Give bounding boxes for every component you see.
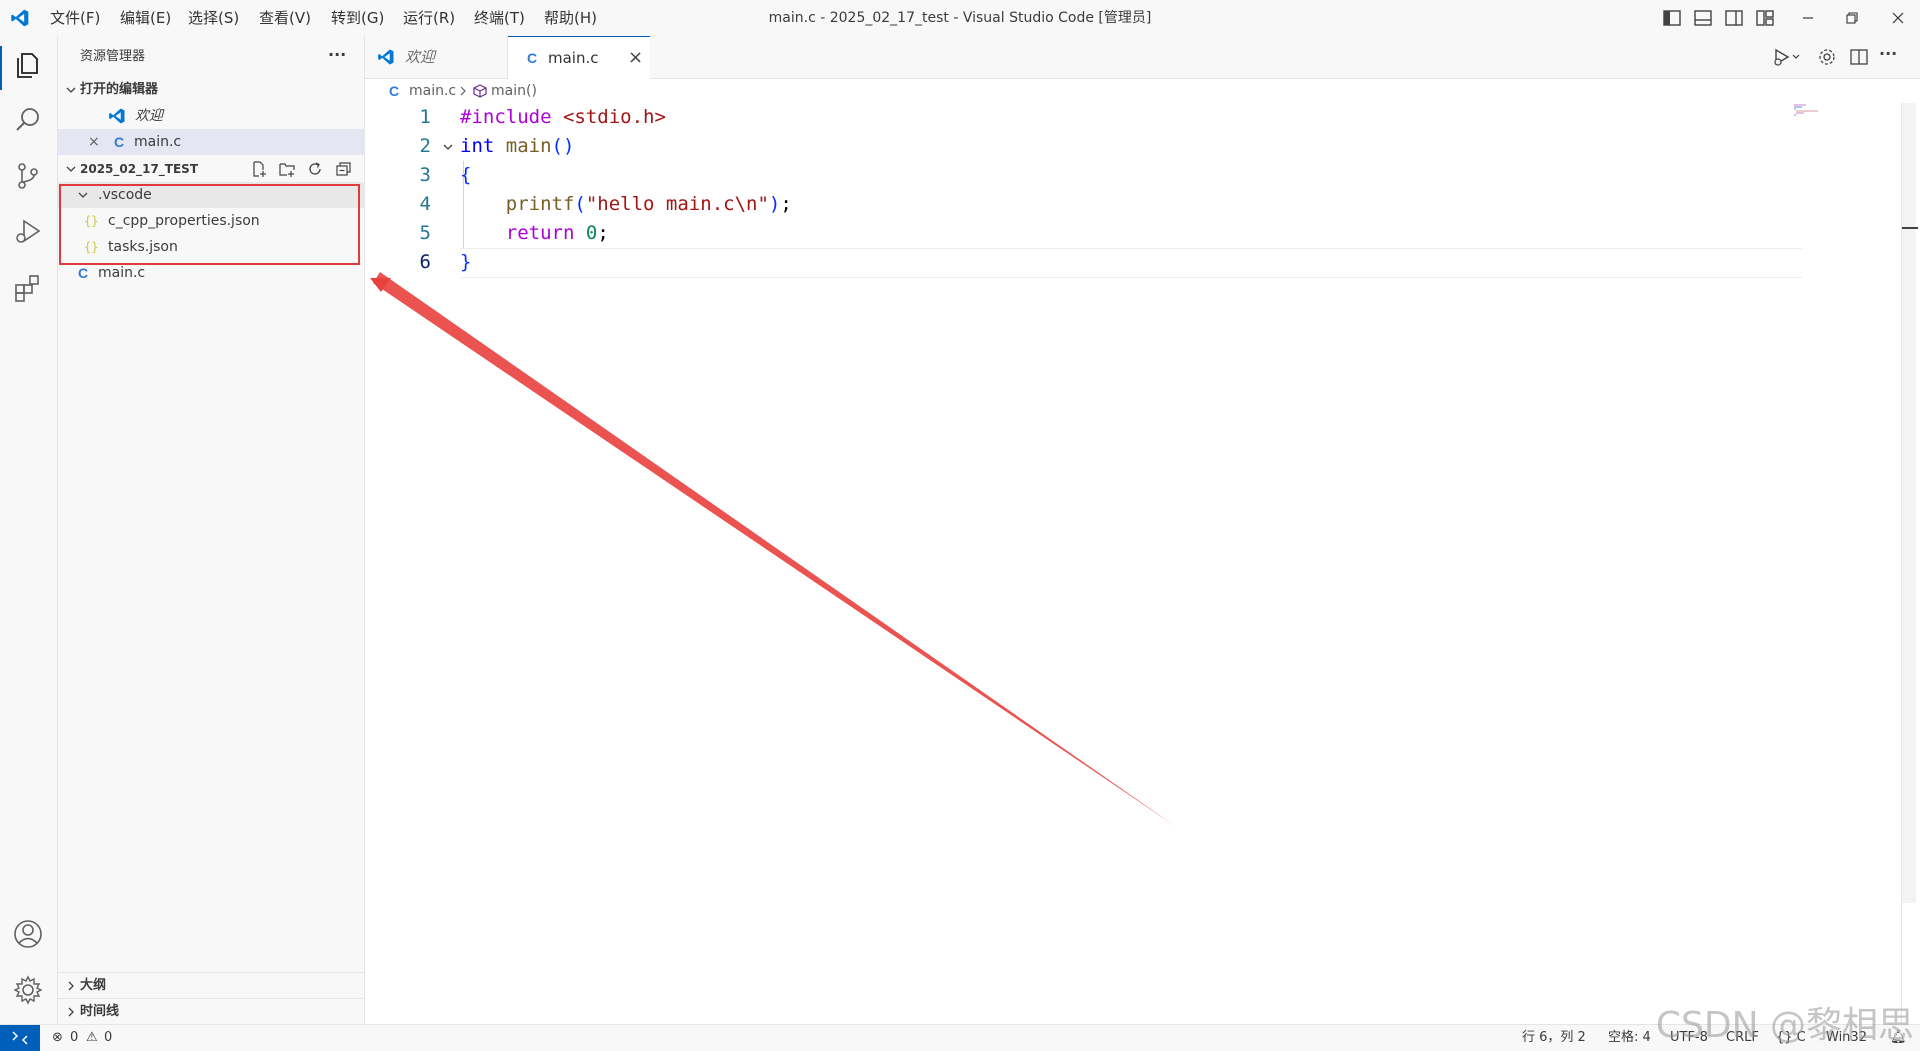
breadcrumb-symbol[interactable]: main() — [491, 79, 537, 103]
chevron-down-icon — [64, 162, 78, 176]
code-line-3: { — [460, 164, 472, 186]
menu-help[interactable]: 帮助(H) — [544, 0, 597, 36]
restore-icon[interactable] — [1842, 8, 1862, 28]
c-file-icon: C — [114, 134, 125, 150]
line-number: 2 — [419, 135, 431, 157]
error-icon[interactable]: ⊗ — [52, 1025, 63, 1051]
line-number: 4 — [419, 193, 431, 215]
open-editor-main-c[interactable]: × C main.c — [58, 129, 364, 155]
symbol-method-icon — [473, 84, 487, 98]
code-line-2: int main() — [460, 135, 575, 157]
minimap[interactable] — [1792, 103, 1836, 123]
watermark: CSDN @黎相思 — [1655, 1005, 1914, 1046]
vscode-icon — [108, 107, 126, 125]
menu-run[interactable]: 运行(R) — [403, 0, 455, 36]
refresh-icon[interactable] — [306, 160, 324, 178]
tab-main-c[interactable]: C main.c × — [508, 36, 650, 80]
code-line-1: #include <stdio.h> — [460, 106, 666, 128]
open-editors-header[interactable]: 打开的编辑器 — [58, 77, 364, 103]
folder-header[interactable]: 2025_02_17_TEST — [58, 156, 364, 182]
chevron-right-icon — [457, 85, 469, 97]
scrollbar[interactable] — [1902, 103, 1916, 903]
menu-file[interactable]: 文件(F) — [50, 0, 100, 36]
active-indicator — [0, 46, 2, 90]
split-editor-icon[interactable] — [1849, 47, 1869, 67]
settings-gear-icon[interactable] — [1817, 47, 1837, 67]
code-line-4: printf("hello main.c\n"); — [505, 193, 792, 215]
fold-chevron-icon[interactable] — [441, 140, 455, 154]
chevron-down-icon — [64, 83, 78, 97]
collapse-all-icon[interactable] — [334, 160, 352, 178]
c-file-icon: C — [389, 83, 400, 99]
errors-count[interactable]: 0 — [70, 1025, 78, 1051]
new-file-icon[interactable] — [250, 160, 268, 178]
menu-terminal[interactable]: 终端(T) — [474, 0, 525, 36]
title-bar: 文件(F) 编辑(E) 选择(S) 查看(V) 转到(G) 运行(R) 终端(T… — [0, 0, 1920, 37]
menu-view[interactable]: 查看(V) — [259, 0, 311, 36]
breadcrumb-file[interactable]: main.c — [409, 79, 456, 103]
run-c-file-icon[interactable] — [1773, 47, 1803, 67]
source-control-icon[interactable] — [12, 160, 44, 192]
tab-welcome[interactable]: 欢迎 — [365, 36, 508, 78]
line-number: 3 — [419, 164, 431, 186]
new-folder-icon[interactable] — [278, 160, 296, 178]
manage-gear-icon[interactable] — [12, 974, 44, 1006]
open-editor-welcome[interactable]: 欢迎 — [58, 103, 364, 129]
red-arrow-annotation — [370, 272, 1175, 826]
minimize-icon[interactable] — [1798, 8, 1818, 28]
explorer-sidebar: 资源管理器 ··· 打开的编辑器 欢迎 × C main.c 2025_02_1… — [58, 36, 365, 1024]
menu-edit[interactable]: 编辑(E) — [120, 0, 171, 36]
outline-section-header[interactable]: 大纲 — [58, 972, 364, 999]
vscode-logo-icon — [10, 8, 30, 28]
search-icon[interactable] — [12, 104, 44, 136]
chevron-right-icon — [64, 1005, 78, 1019]
warning-icon[interactable]: ⚠ — [86, 1025, 98, 1051]
toggle-secondary-sidebar-icon[interactable] — [1724, 8, 1744, 28]
line-number: 1 — [419, 106, 431, 128]
remote-indicator[interactable] — [0, 1025, 40, 1051]
vscode-icon — [377, 48, 395, 66]
close-window-icon[interactable] — [1888, 8, 1908, 28]
menu-go[interactable]: 转到(G) — [331, 0, 384, 36]
cursor-position[interactable]: 行 6，列 2 — [1522, 1025, 1586, 1051]
close-icon[interactable]: × — [88, 129, 100, 155]
accounts-icon[interactable] — [12, 918, 44, 950]
cursor-marker — [1902, 227, 1918, 229]
close-tab-icon[interactable]: × — [628, 37, 643, 79]
run-debug-icon[interactable] — [12, 216, 44, 248]
explorer-icon[interactable] — [12, 48, 44, 80]
editor-tab-bar: 欢迎 C main.c × ··· — [365, 36, 1920, 80]
indentation[interactable]: 空格: 4 — [1608, 1025, 1651, 1051]
menu-selection[interactable]: 选择(S) — [188, 0, 239, 36]
breadcrumb: C main.c main() — [365, 79, 1920, 103]
timeline-section-header[interactable]: 时间线 — [58, 998, 364, 1025]
line-number: 5 — [419, 222, 431, 244]
customize-layout-icon[interactable] — [1755, 8, 1775, 28]
editor-more-actions-button[interactable]: ··· — [1879, 44, 1897, 63]
activity-bar — [0, 36, 58, 1024]
toggle-primary-sidebar-icon[interactable] — [1662, 8, 1682, 28]
warnings-count[interactable]: 0 — [104, 1025, 112, 1051]
highlight-box — [59, 184, 360, 265]
c-file-icon: C — [527, 50, 538, 66]
code-line-5: return 0; — [505, 222, 609, 244]
extensions-icon[interactable] — [12, 272, 44, 304]
chevron-right-icon — [64, 979, 78, 993]
status-bar: ⊗ 0 ⚠ 0 行 6，列 2 空格: 4 UTF-8 CRLF {} C Wi… — [0, 1024, 1920, 1051]
more-actions-button[interactable]: ··· — [328, 42, 358, 68]
toggle-panel-icon[interactable] — [1693, 8, 1713, 28]
